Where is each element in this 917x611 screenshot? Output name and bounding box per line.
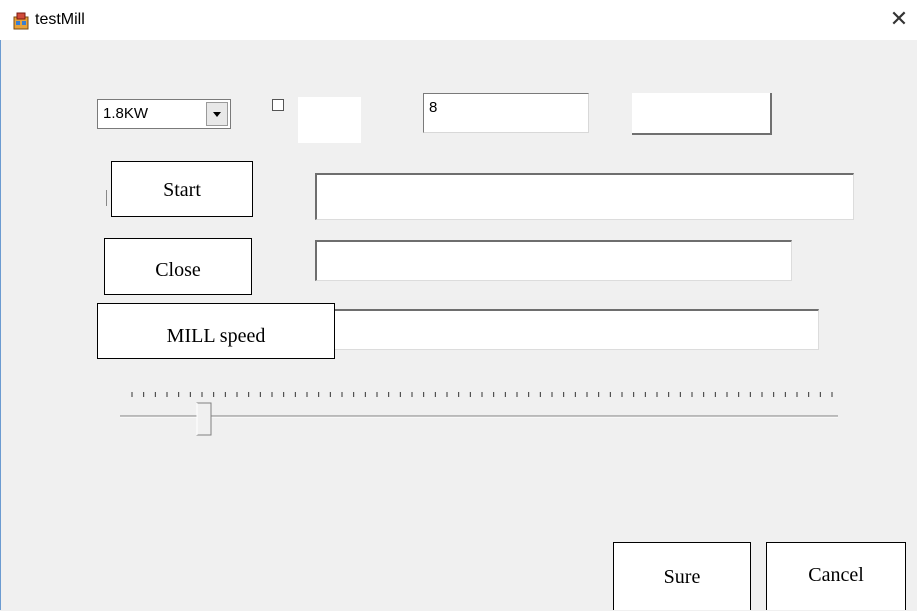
close-button[interactable]: Close xyxy=(104,238,252,295)
option-checkbox[interactable] xyxy=(272,99,284,111)
speed-slider[interactable] xyxy=(120,385,840,440)
chevron-down-icon[interactable] xyxy=(206,102,228,126)
window-title: testMill xyxy=(35,11,85,28)
cancel-button[interactable]: Cancel xyxy=(766,542,906,610)
window-border xyxy=(0,40,1,610)
slider-thumb[interactable] xyxy=(196,402,212,436)
mill-speed-field[interactable] xyxy=(335,309,819,350)
app-window-icon xyxy=(13,12,29,30)
text-field-2[interactable] xyxy=(315,240,792,281)
title-bar: testMill ✕ xyxy=(0,0,917,40)
sure-button[interactable]: Sure xyxy=(613,542,751,610)
power-select-value: 1.8KW xyxy=(103,105,149,122)
start-button[interactable]: Start xyxy=(111,161,253,217)
power-select[interactable]: 1.8KW xyxy=(97,99,231,129)
blank-label xyxy=(298,97,361,143)
blank-button[interactable] xyxy=(632,93,772,135)
mill-speed-button[interactable]: MILL speed xyxy=(97,303,335,359)
text-field-1[interactable] xyxy=(315,173,854,220)
slider-ticks xyxy=(131,392,833,397)
divider xyxy=(106,190,107,206)
close-icon[interactable]: ✕ xyxy=(887,6,911,32)
number-input[interactable]: 8 xyxy=(423,93,589,133)
